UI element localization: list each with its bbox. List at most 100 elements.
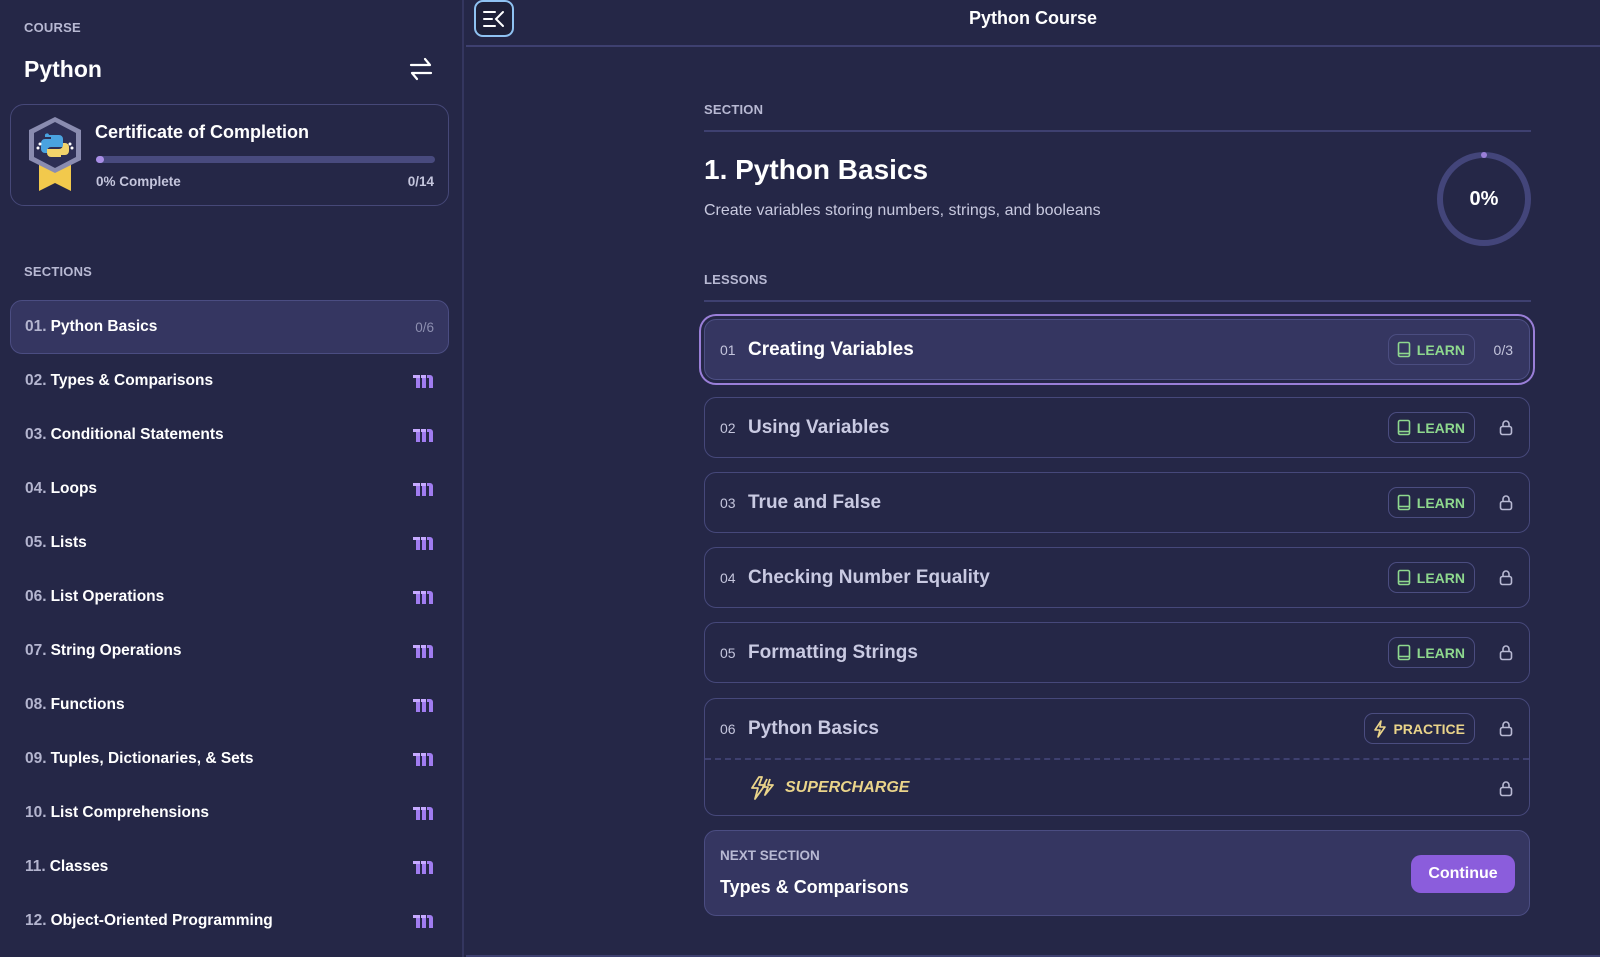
- m-logo-icon: [413, 537, 433, 550]
- lesson-number: 06: [720, 720, 736, 737]
- section-name: Python Basics: [50, 318, 158, 335]
- lesson-title: Checking Number Equality: [748, 566, 990, 588]
- m-logo-icon: [413, 375, 433, 388]
- section-number: 06.: [25, 588, 47, 605]
- section-name: Loops: [50, 480, 98, 497]
- section-name: Lists: [50, 534, 87, 551]
- learn-tag-label: LEARN: [1416, 569, 1465, 586]
- book-icon: [1397, 419, 1411, 436]
- swap-arrows-icon: [409, 57, 433, 81]
- learn-tag[interactable]: LEARN: [1387, 487, 1475, 518]
- learn-tag-label: LEARN: [1416, 419, 1465, 436]
- section-name: Tuples, Dictionaries, & Sets: [50, 750, 254, 767]
- practice-tag-label: PRACTICE: [1393, 720, 1465, 737]
- lesson-item[interactable]: 03 True and False LEARN: [704, 472, 1530, 533]
- section-name: Conditional Statements: [50, 426, 224, 443]
- supercharge-icon: [751, 776, 774, 800]
- lesson-item[interactable]: 05 Formatting Strings LEARN: [704, 622, 1530, 683]
- section-name: String Operations: [50, 642, 182, 659]
- m-logo-icon: [413, 861, 433, 874]
- certificate-progress-fill: [96, 156, 105, 163]
- page-title: Python Course: [968, 8, 1097, 28]
- lock-icon: [1499, 420, 1513, 436]
- practice-tag[interactable]: PRACTICE: [1364, 713, 1475, 744]
- lesson-title: Formatting Strings: [748, 641, 918, 663]
- sidebar-section-item[interactable]: 01. Python Basics 0/6: [10, 300, 449, 354]
- lesson-item[interactable]: 04 Checking Number Equality LEARN: [704, 547, 1530, 608]
- certificate-title: Certificate of Completion: [95, 122, 310, 142]
- lesson-number: 01: [720, 341, 736, 358]
- lesson-number: 03: [720, 494, 736, 511]
- section-name: Types & Comparisons: [50, 372, 214, 389]
- lesson-status: [1475, 419, 1513, 436]
- certificate-count: 0/14: [407, 174, 434, 189]
- learn-tag-label: LEARN: [1416, 494, 1465, 511]
- section-count: 0/6: [415, 319, 434, 335]
- book-icon: [1397, 569, 1411, 586]
- sidebar: COURSE Python Certificate of Completion …: [0, 0, 464, 957]
- lock-icon: [1499, 570, 1513, 586]
- practice-lesson-card: 06 Python Basics PRACTICE SUPERCHARGE: [704, 698, 1530, 816]
- section-name: Functions: [50, 696, 125, 713]
- sections-label: SECTIONS: [24, 264, 93, 279]
- m-logo-icon: [413, 915, 433, 928]
- m-logo-icon: [413, 645, 433, 658]
- book-icon: [1397, 494, 1411, 511]
- m-logo-icon: [413, 483, 433, 496]
- lesson-item[interactable]: 06 Python Basics PRACTICE: [705, 699, 1529, 758]
- section-number: 11.: [25, 858, 46, 875]
- lesson-item[interactable]: 01 Creating Variables LEARN 0/3: [704, 319, 1530, 380]
- lesson-item[interactable]: 02 Using Variables LEARN: [704, 397, 1530, 458]
- learn-tag-label: LEARN: [1416, 341, 1465, 358]
- sidebar-section-item[interactable]: 04. Loops: [10, 462, 449, 516]
- lesson-title: Creating Variables: [748, 338, 914, 360]
- sidebar-section-item[interactable]: 10. List Comprehensions: [10, 786, 449, 840]
- learn-tag[interactable]: LEARN: [1387, 562, 1475, 593]
- sidebar-section-item[interactable]: 05. Lists: [10, 516, 449, 570]
- book-icon: [1397, 341, 1411, 358]
- section-name: List Operations: [50, 588, 165, 605]
- section-number: 04.: [25, 480, 47, 497]
- section-number: 12.: [25, 912, 47, 929]
- certificate-card[interactable]: Certificate of Completion 0% Complete 0/…: [10, 104, 449, 206]
- python-badge-icon: [29, 117, 81, 191]
- learn-tag[interactable]: LEARN: [1387, 412, 1475, 443]
- sidebar-section-item[interactable]: 03. Conditional Statements: [10, 408, 449, 462]
- sidebar-section-item[interactable]: 09. Tuples, Dictionaries, & Sets: [10, 732, 449, 786]
- lesson-status: [1475, 494, 1513, 511]
- sidebar-section-item[interactable]: 02. Types & Comparisons: [10, 354, 449, 408]
- certificate-progress-bar: [96, 156, 435, 163]
- switch-course-button[interactable]: [406, 54, 436, 84]
- lock-icon: [1499, 721, 1513, 737]
- top-bar: Python Course: [466, 0, 1600, 47]
- section-title: 1. Python Basics: [704, 154, 929, 185]
- supercharge-status: [1475, 780, 1513, 797]
- sidebar-section-item[interactable]: 11. Classes: [10, 840, 449, 894]
- lock-icon: [1499, 495, 1513, 511]
- learn-tag-label: LEARN: [1416, 644, 1465, 661]
- lessons-label: LESSONS: [704, 272, 768, 287]
- section-number: 02.: [25, 372, 47, 389]
- course-label: COURSE: [24, 20, 81, 35]
- m-logo-icon: [413, 699, 433, 712]
- sidebar-section-item[interactable]: 06. List Operations: [10, 570, 449, 624]
- divider: [704, 300, 1531, 302]
- learn-tag[interactable]: LEARN: [1387, 334, 1475, 365]
- section-label: SECTION: [704, 102, 764, 117]
- section-name: Classes: [49, 858, 109, 875]
- lesson-title: Using Variables: [748, 416, 890, 438]
- m-logo-icon: [413, 753, 433, 766]
- learn-tag[interactable]: LEARN: [1387, 637, 1475, 668]
- lesson-status: [1475, 644, 1513, 661]
- sidebar-section-item[interactable]: 08. Functions: [10, 678, 449, 732]
- m-logo-icon: [413, 591, 433, 604]
- certificate-progress-text: 0% Complete: [96, 174, 181, 189]
- supercharge-row[interactable]: SUPERCHARGE: [705, 760, 1529, 816]
- section-name: List Comprehensions: [50, 804, 210, 821]
- sidebar-section-item[interactable]: 07. String Operations: [10, 624, 449, 678]
- lesson-status: 0/3: [1475, 342, 1513, 358]
- continue-button[interactable]: Continue: [1411, 855, 1515, 893]
- section-description: Create variables storing numbers, string…: [704, 202, 1101, 219]
- lesson-title: Python Basics: [748, 717, 879, 739]
- sidebar-section-item[interactable]: 12. Object-Oriented Programming: [10, 894, 449, 948]
